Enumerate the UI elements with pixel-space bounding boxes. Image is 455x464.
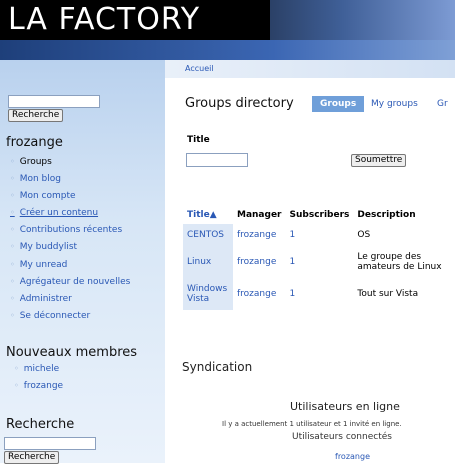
connected-users-heading: Utilisateurs connectés	[292, 432, 392, 442]
syndication-heading: Syndication	[182, 360, 253, 374]
column-header-description: Description	[357, 210, 416, 220]
search-block-heading: Recherche	[6, 417, 75, 432]
title-filter-label: Title	[187, 135, 210, 145]
group-title-link[interactable]: Linux	[183, 246, 233, 278]
group-subscribers-link[interactable]: 1	[286, 278, 354, 310]
group-title-link[interactable]: Windows Vista	[183, 278, 233, 310]
tab-my-groups[interactable]: My groups	[363, 96, 426, 112]
new-members-list: michele frozange	[14, 364, 63, 398]
nav-item-mon-compte[interactable]: Mon compte	[10, 191, 130, 208]
nav-item-administrer[interactable]: Administrer	[10, 294, 130, 311]
connected-user-link[interactable]: frozange	[335, 452, 370, 461]
nav-item-my-unread[interactable]: My unread	[10, 260, 130, 277]
new-members-heading: Nouveaux membres	[6, 345, 138, 360]
user-navigation: Groups Mon blog Mon compte Créer un cont…	[10, 157, 131, 328]
online-users-heading: Utilisateurs en ligne	[290, 400, 400, 413]
sidebar-search-button[interactable]: Recherche	[8, 109, 64, 122]
site-header: LA FACTORY	[0, 0, 455, 60]
member-link[interactable]: frozange	[14, 381, 63, 398]
header-band	[0, 40, 455, 60]
group-description: Le groupe des amateurs de Linux	[357, 252, 442, 272]
site-logo[interactable]: LA FACTORY	[0, 0, 270, 40]
nav-item-deconnecter[interactable]: Se déconnecter	[10, 311, 130, 328]
group-description: Tout sur Vista	[357, 289, 419, 299]
column-header-subscribers: Subscribers	[289, 210, 350, 220]
logo-text: LA FACTORY	[8, 2, 201, 37]
nav-item-agregateur[interactable]: Agrégateur de nouvelles	[10, 277, 131, 294]
group-manager-link[interactable]: frozange	[233, 224, 286, 246]
table-header-row: Title▲ Manager Subscribers Description	[183, 206, 451, 224]
nav-item-groups[interactable]: Groups	[10, 157, 130, 174]
page-title: Groups directory	[185, 96, 294, 111]
member-link[interactable]: michele	[14, 364, 63, 381]
tab-groups[interactable]: Groups	[312, 96, 365, 112]
group-description: OS	[357, 230, 371, 240]
groups-table: Title▲ Manager Subscribers Description C…	[183, 206, 451, 310]
nav-item-creer-contenu[interactable]: Créer un contenu	[10, 208, 130, 225]
search-block-input[interactable]	[4, 437, 96, 450]
nav-item-buddylist[interactable]: My buddylist	[10, 242, 130, 259]
breadcrumb-bar: Accueil	[165, 60, 455, 78]
column-header-title[interactable]: Title▲	[183, 206, 233, 224]
table-row: Linux frozange 1 Le groupe des amateurs …	[183, 246, 451, 278]
group-subscribers-link[interactable]: 1	[286, 246, 354, 278]
title-filter-input[interactable]	[186, 153, 248, 167]
column-header-manager: Manager	[237, 210, 282, 220]
group-title-link[interactable]: CENTOS	[183, 224, 233, 246]
table-row: Windows Vista frozange 1 Tout sur Vista	[183, 278, 451, 310]
table-row: CENTOS frozange 1 OS	[183, 224, 451, 246]
nav-item-contributions[interactable]: Contributions récentes	[10, 225, 130, 242]
online-users-text: Il y a actuellement 1 utilisateur et 1 i…	[222, 420, 402, 428]
tab-more[interactable]: Gr	[429, 96, 455, 112]
user-block-title: frozange	[6, 135, 63, 150]
group-subscribers-link[interactable]: 1	[286, 224, 354, 246]
group-manager-link[interactable]: frozange	[233, 246, 286, 278]
sidebar-search-input[interactable]	[8, 95, 100, 108]
breadcrumb-home-link[interactable]: Accueil	[185, 64, 214, 73]
group-manager-link[interactable]: frozange	[233, 278, 286, 310]
submit-filter-button[interactable]: Soumettre	[351, 154, 407, 167]
search-block-button[interactable]: Recherche	[4, 451, 60, 464]
nav-item-mon-blog[interactable]: Mon blog	[10, 174, 130, 191]
